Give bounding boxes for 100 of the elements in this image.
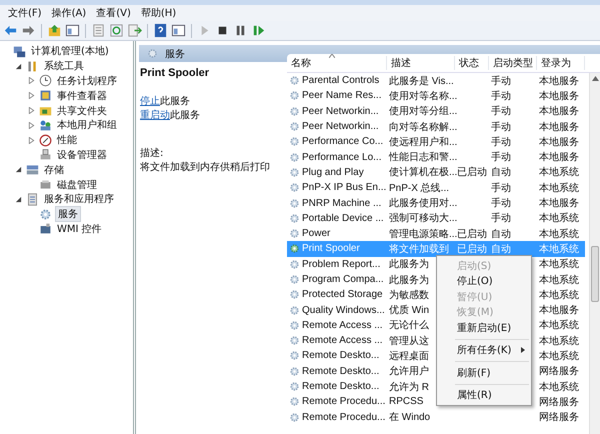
- table-cell[interactable]: Power: [287, 228, 387, 240]
- column-header[interactable]: 描述: [387, 56, 455, 70]
- table-cell-text: 网络服务: [538, 396, 580, 409]
- table-cell-text: 手动: [490, 104, 512, 118]
- table-cell[interactable]: Remote Deskto...: [287, 366, 387, 377]
- submenu-arrow-icon: [521, 347, 525, 354]
- scroll-up-icon[interactable]: [592, 76, 598, 81]
- table-cell-text: 使用对等名称...: [388, 90, 455, 103]
- gear-icon: [39, 208, 52, 221]
- table-cell[interactable]: Remote Deskto...: [287, 381, 387, 392]
- help-icon[interactable]: [153, 23, 168, 38]
- table-cell[interactable]: Remote Procedu...: [287, 412, 387, 423]
- table-cell[interactable]: PNRP Machine ...: [287, 198, 387, 209]
- table-cell-text: RPCSS: [388, 396, 424, 408]
- table-cell[interactable]: Remote Access ...: [287, 320, 387, 331]
- expanded-arrow-icon[interactable]: [15, 62, 22, 70]
- table-cell-text: 本地服务: [538, 74, 580, 88]
- action-text: 重启动此服务: [140, 109, 201, 123]
- table-cell-text: 手动: [490, 136, 512, 149]
- menu-item[interactable]: 属性(R): [437, 388, 531, 403]
- back-icon[interactable]: [3, 23, 18, 38]
- tree-item[interactable]: 性能: [55, 133, 79, 148]
- table-cell-text: 本地系统: [538, 288, 580, 302]
- menu-item[interactable]: 查看(V): [92, 6, 135, 20]
- expanded-arrow-icon[interactable]: [15, 166, 22, 174]
- table-cell[interactable]: Problem Report...: [287, 258, 387, 270]
- table-cell[interactable]: Parental Controls: [287, 75, 387, 86]
- table-cell-text: 使用对等分组...: [388, 104, 455, 118]
- folder-up-icon[interactable]: [47, 23, 62, 38]
- table-cell-text: 本地服务: [538, 136, 580, 149]
- table-cell[interactable]: Peer Networkin...: [287, 106, 387, 117]
- table-cell[interactable]: Remote Procedu...: [287, 396, 387, 408]
- list-icon[interactable]: [91, 23, 106, 38]
- tree-item[interactable]: 系统工具: [42, 59, 86, 74]
- action-pane-icon[interactable]: [171, 23, 186, 38]
- tree-item[interactable]: 本地用户和组: [55, 118, 119, 132]
- table-cell-text: 本地系统: [538, 212, 580, 226]
- menu-item[interactable]: 刷新(F): [437, 365, 531, 380]
- action-link[interactable]: 停止: [140, 96, 160, 107]
- table-cell-text: 本地系统: [538, 350, 580, 363]
- tree-item[interactable]: 计算机管理(本地): [29, 44, 111, 58]
- menu-item[interactable]: 重新启动(E): [437, 320, 531, 336]
- tree-pane-icon[interactable]: [65, 23, 80, 38]
- resume-icon[interactable]: [251, 23, 266, 38]
- log-icon: [39, 89, 52, 102]
- table-cell[interactable]: Quality Windows...: [287, 304, 387, 316]
- column-header[interactable]: 登录为: [537, 56, 585, 70]
- table-cell[interactable]: Remote Access ...: [287, 335, 387, 346]
- tree-item[interactable]: 存储: [42, 162, 66, 177]
- table-cell[interactable]: Program Compa...: [287, 274, 387, 285]
- refresh-icon[interactable]: [109, 23, 124, 38]
- column-header[interactable]: 状态: [455, 56, 489, 70]
- scroll-thumb[interactable]: [591, 246, 599, 302]
- table-cell[interactable]: Protected Storage: [287, 289, 387, 300]
- tree-item[interactable]: 任务计划程序: [55, 74, 119, 88]
- sort-caret-icon: [329, 54, 335, 58]
- menu-item[interactable]: 操作(A): [48, 6, 90, 20]
- forward-icon[interactable]: [21, 23, 36, 38]
- table-cell-text: 为敏感数: [388, 288, 430, 302]
- table-cell[interactable]: Performance Co...: [287, 136, 387, 148]
- collapsed-arrow-icon[interactable]: [28, 136, 35, 144]
- table-cell-text: 本地服务: [538, 304, 580, 318]
- table-cell-text: 管理电源策略...: [388, 228, 455, 241]
- menu-item[interactable]: 停止(O): [437, 274, 531, 289]
- tree-item[interactable]: 服务和应用程序: [42, 192, 116, 206]
- tree-item[interactable]: 服务: [55, 206, 81, 222]
- table-cell[interactable]: Remote Deskto...: [287, 350, 387, 362]
- table-cell: 本地系统: [537, 241, 585, 257]
- table-cell-text: 本地系统: [538, 380, 580, 394]
- tree-item[interactable]: 设备管理器: [55, 148, 109, 162]
- table-cell[interactable]: Peer Name Res...: [287, 90, 387, 102]
- tools-icon: [26, 60, 39, 73]
- menu-item[interactable]: 帮助(H): [136, 6, 180, 20]
- table-cell-text: 本地系统: [538, 318, 580, 332]
- device-icon: [39, 148, 52, 162]
- submenu-item[interactable]: 所有任务(K): [437, 342, 531, 358]
- tree-item[interactable]: 磁盘管理: [55, 178, 99, 192]
- table-cell-text: 允许用户: [388, 364, 430, 378]
- collapsed-arrow-icon[interactable]: [28, 77, 35, 84]
- table-cell[interactable]: PnP-X IP Bus En...: [287, 182, 387, 194]
- tree-item[interactable]: 事件查看器: [55, 88, 109, 103]
- table-cell[interactable]: Portable Device ...: [287, 212, 387, 224]
- column-header[interactable]: 名称: [287, 56, 387, 70]
- table-cell-text: 优质 Win: [388, 304, 430, 318]
- table-cell-text: 手动: [490, 150, 512, 164]
- expanded-arrow-icon[interactable]: [15, 196, 22, 203]
- collapsed-arrow-icon[interactable]: [28, 92, 35, 100]
- table-cell[interactable]: Peer Networkin...: [287, 121, 387, 132]
- column-header[interactable]: 启动类型: [489, 56, 537, 70]
- collapsed-arrow-icon[interactable]: [28, 122, 35, 129]
- action-link[interactable]: 重启动: [140, 110, 170, 121]
- tree-item[interactable]: WMI 控件: [55, 222, 104, 236]
- table-cell[interactable]: Plug and Play: [287, 166, 387, 178]
- table-cell-text: 本地系统: [538, 166, 580, 180]
- menu-item[interactable]: 文件(F): [4, 6, 46, 20]
- table-cell[interactable]: Performance Lo...: [287, 152, 387, 163]
- collapsed-arrow-icon[interactable]: [28, 107, 35, 114]
- export-icon[interactable]: [127, 23, 142, 38]
- tree-item[interactable]: 共享文件夹: [55, 104, 109, 118]
- scrollbar[interactable]: [589, 73, 600, 434]
